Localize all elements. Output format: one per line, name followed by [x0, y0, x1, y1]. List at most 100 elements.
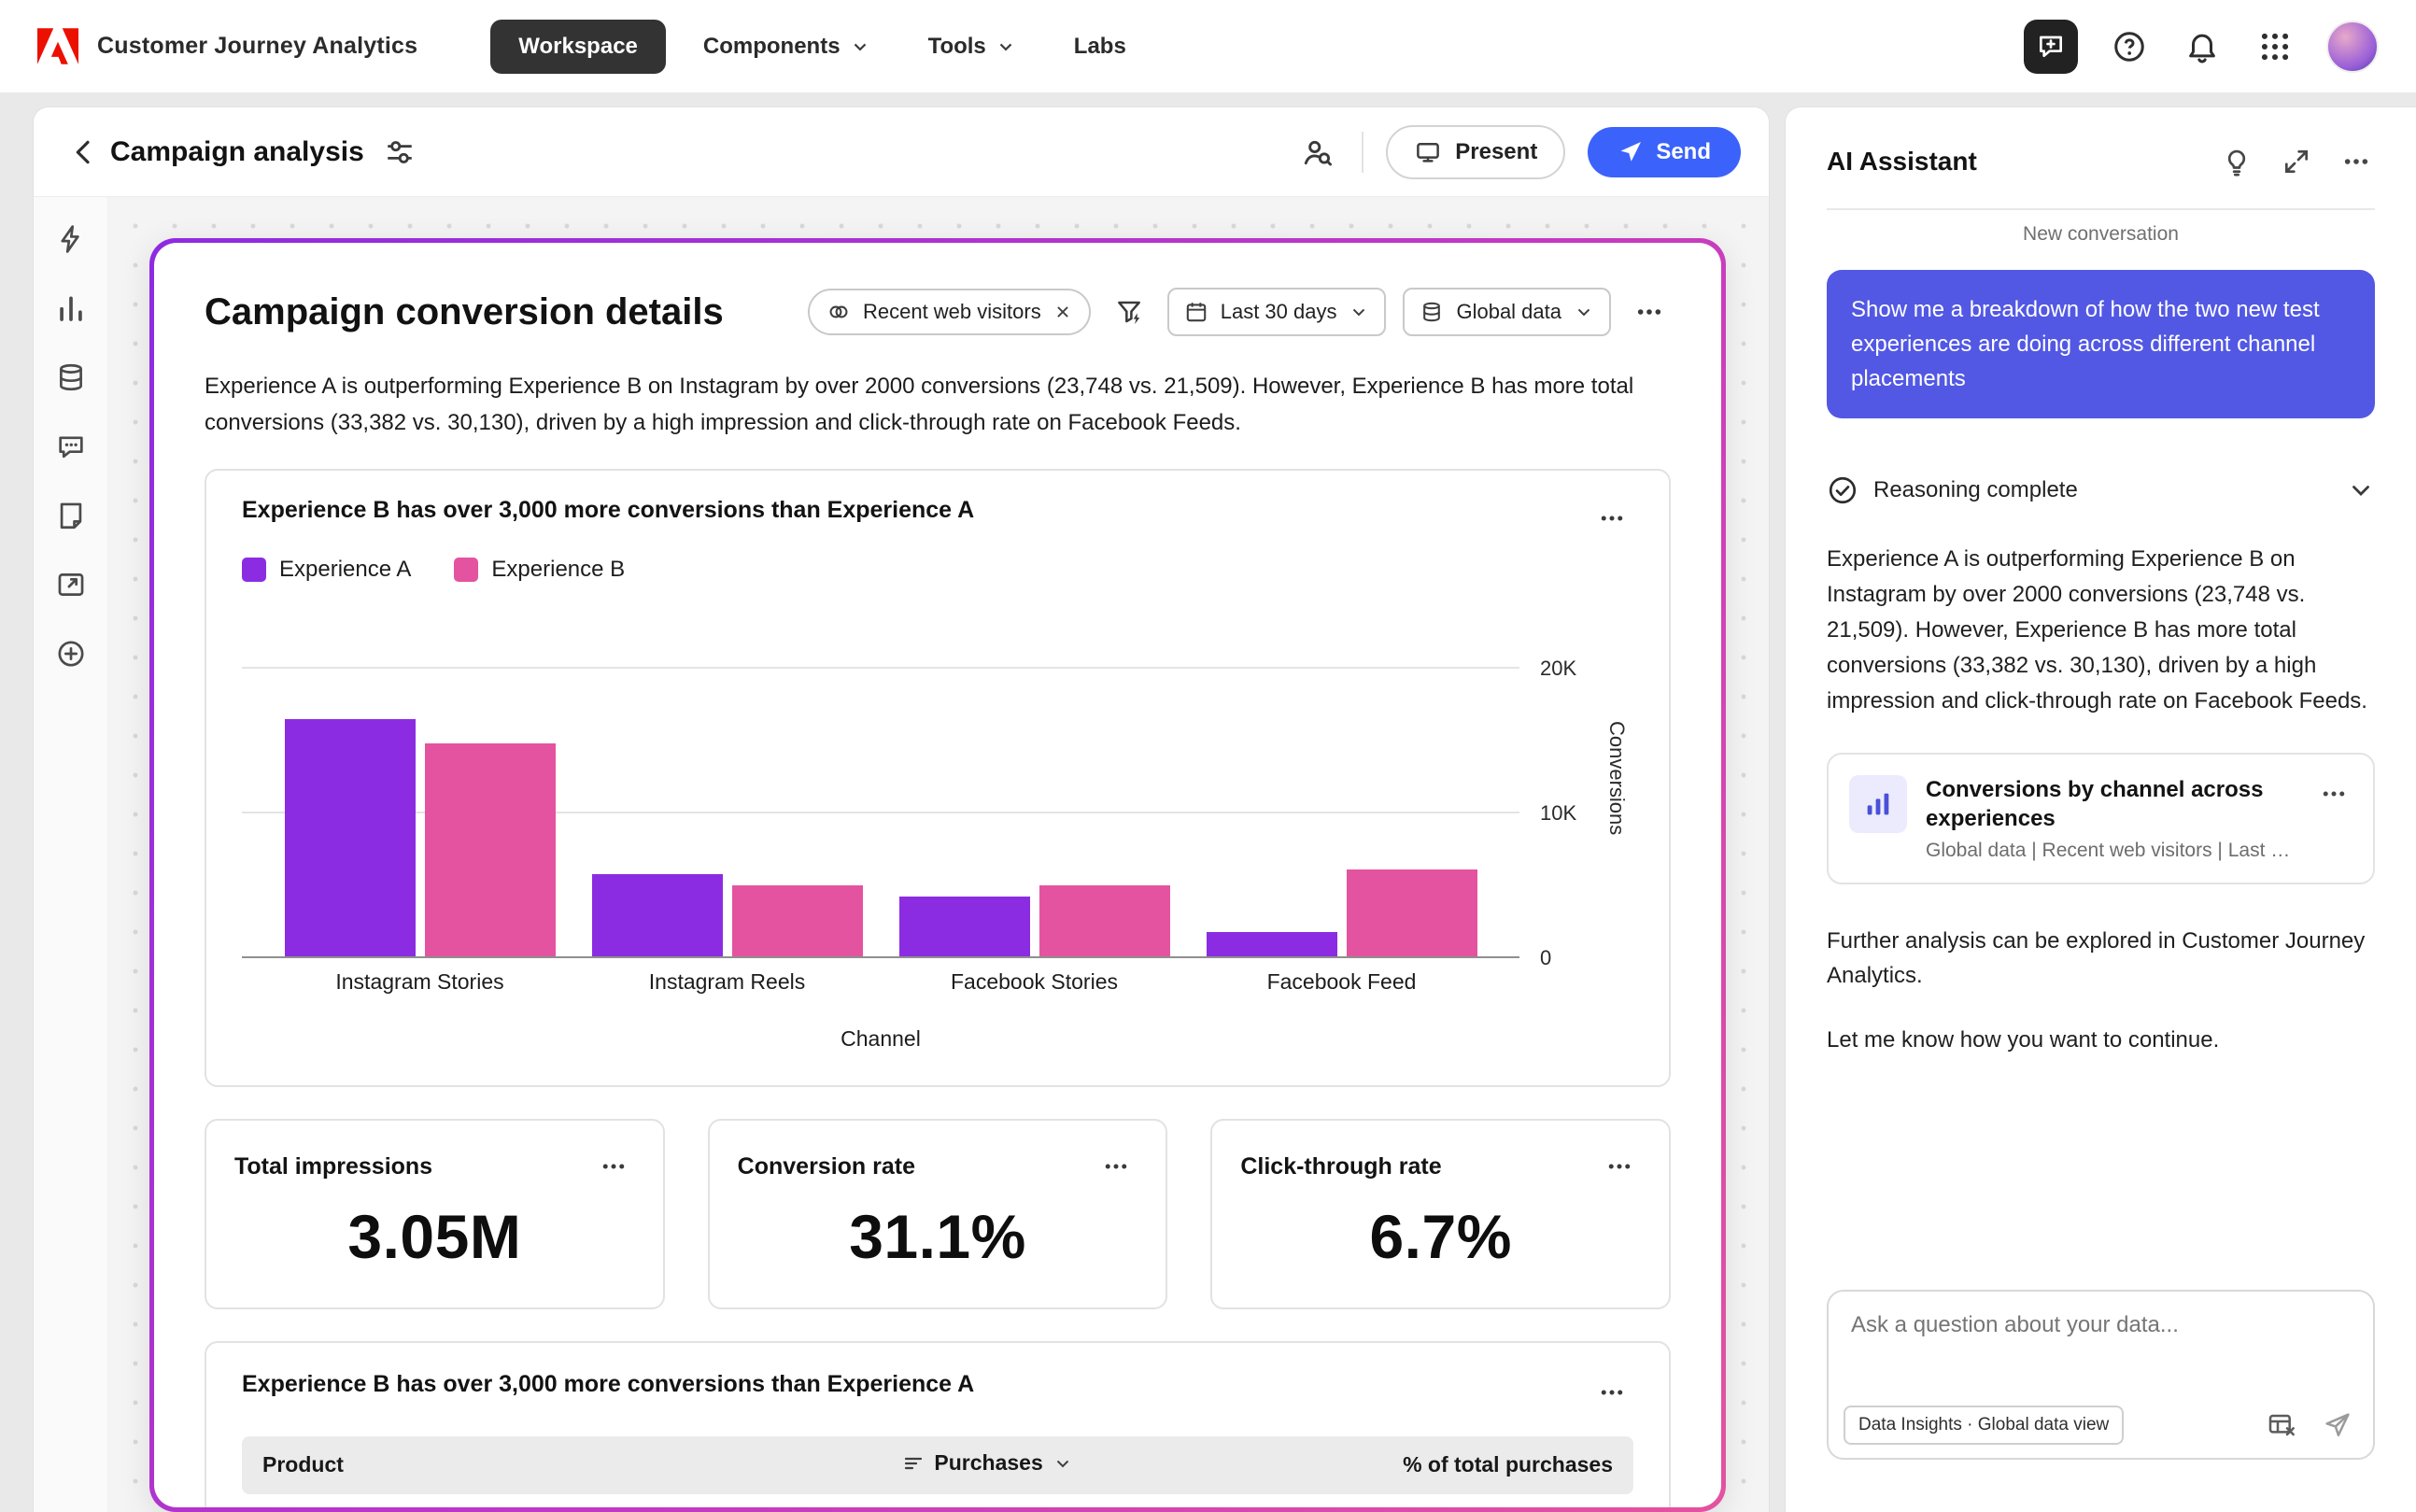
expand-icon[interactable]	[2278, 143, 2315, 180]
resource-card-title: Conversions by channel across experience…	[1926, 775, 2296, 833]
assistant-followup-2: Let me know how you want to continue.	[1827, 1023, 2375, 1057]
ai-more-icon[interactable]	[2338, 143, 2375, 180]
data-view-icon[interactable]	[2263, 1406, 2300, 1444]
legend-swatch-a	[242, 558, 266, 582]
table-row[interactable]: Foldable chair 4,854 46.5%	[242, 1494, 1633, 1508]
top-navigation: Customer Journey Analytics Workspace Com…	[0, 0, 2416, 92]
nav-item-labs[interactable]: Labs	[1053, 20, 1147, 74]
user-search-icon[interactable]	[1294, 130, 1339, 175]
cell-purchases: 4,854	[882, 1494, 1188, 1508]
metric-label: Click-through rate	[1240, 1153, 1441, 1180]
send-icon	[1618, 139, 1644, 165]
send-message-icon[interactable]	[2319, 1406, 2356, 1444]
experiences-icon[interactable]	[49, 563, 92, 606]
adobe-logo-icon	[37, 28, 78, 64]
comments-icon[interactable]	[49, 425, 92, 468]
help-button[interactable]	[2108, 25, 2151, 68]
cell-product: Foldable chair	[242, 1494, 882, 1508]
apps-grid-icon[interactable]	[2254, 25, 2296, 68]
lightbulb-icon[interactable]	[2218, 143, 2255, 180]
reasoning-status-row[interactable]: Reasoning complete	[1827, 474, 2375, 506]
ai-input-footer: Data Insights · Global data view	[1844, 1406, 2356, 1445]
nav-item-tools[interactable]: Tools	[908, 20, 1037, 74]
nav-item-workspace[interactable]: Workspace	[490, 20, 666, 74]
y-tick-label: 0	[1540, 946, 1551, 970]
panel-more-icon[interactable]	[1628, 290, 1671, 333]
chevron-down-icon	[996, 36, 1016, 57]
chart-more-icon[interactable]	[1590, 497, 1633, 540]
bar-experience-b[interactable]	[425, 743, 556, 956]
y-axis-title: Conversions	[1604, 721, 1629, 835]
toolbar-divider	[1362, 132, 1363, 173]
ai-assistant-panel: AI Assistant New conversation Show me a …	[1786, 107, 2416, 1512]
notes-icon[interactable]	[49, 494, 92, 537]
panel-title: Campaign conversion details	[205, 291, 724, 333]
metric-more-icon[interactable]	[1598, 1145, 1641, 1188]
metric-more-icon[interactable]	[592, 1145, 635, 1188]
metric-value: 31.1%	[738, 1201, 1138, 1272]
conversation-divider	[1827, 208, 2375, 210]
user-message-bubble: Show me a breakdown of how the two new t…	[1827, 270, 2375, 418]
ai-assistant-toggle-button[interactable]	[2024, 20, 2078, 74]
column-header-percent[interactable]: % of total purchases	[1188, 1436, 1633, 1494]
metric-label: Conversion rate	[738, 1153, 915, 1180]
check-circle-icon	[1827, 474, 1858, 506]
x-tick-label: Instagram Stories	[266, 969, 573, 995]
bar-experience-b[interactable]	[1039, 885, 1170, 956]
bar-group	[266, 719, 573, 956]
filter-bolt-icon[interactable]	[1108, 290, 1151, 333]
data-icon[interactable]	[49, 356, 92, 399]
reasoning-status-label: Reasoning complete	[1873, 477, 2078, 503]
table-title: Experience B has over 3,000 more convers…	[242, 1371, 974, 1398]
data-view-select[interactable]: Global data	[1403, 288, 1611, 336]
view-settings-icon[interactable]	[377, 130, 422, 175]
bar-chart-icon	[1849, 775, 1907, 833]
segment-icon	[827, 300, 851, 324]
bar-experience-b[interactable]	[732, 885, 863, 956]
bar-experience-a[interactable]	[285, 719, 416, 956]
top-actions	[2024, 20, 2379, 74]
column-header-product[interactable]: Product	[242, 1436, 882, 1494]
x-tick-label: Instagram Reels	[573, 969, 881, 995]
back-button[interactable]	[62, 130, 106, 175]
resource-more-icon[interactable]	[2315, 775, 2352, 813]
date-range-select[interactable]: Last 30 days	[1167, 288, 1387, 336]
context-chip[interactable]: Data Insights · Global data view	[1844, 1406, 2124, 1445]
add-panel-icon[interactable]	[49, 632, 92, 675]
nav-item-components[interactable]: Components	[683, 20, 891, 74]
segment-chip[interactable]: Recent web visitors	[808, 289, 1091, 335]
present-icon	[1414, 138, 1442, 166]
bar-experience-b[interactable]	[1347, 869, 1477, 956]
legend-item-experience-a[interactable]: Experience A	[242, 557, 411, 583]
app-title: Customer Journey Analytics	[97, 33, 417, 60]
chevron-down-icon	[1349, 302, 1369, 322]
calendar-icon	[1184, 300, 1208, 324]
bar-experience-a[interactable]	[592, 874, 723, 956]
quick-insights-bolt-icon[interactable]	[49, 218, 92, 261]
conversions-chart-card: Experience B has over 3,000 more convers…	[205, 469, 1671, 1087]
x-axis-title: Channel	[242, 1026, 1519, 1052]
metric-more-icon[interactable]	[1095, 1145, 1137, 1188]
legend-item-experience-b[interactable]: Experience B	[454, 557, 625, 583]
resource-card-conversions[interactable]: Conversions by channel across experience…	[1827, 753, 2375, 884]
gridline	[242, 956, 1519, 958]
bar-group	[881, 885, 1188, 956]
chart-legend: Experience A Experience B	[242, 557, 1633, 583]
plot-area	[242, 598, 1519, 956]
chevron-down-icon[interactable]	[2347, 476, 2375, 504]
send-button[interactable]: Send	[1588, 127, 1741, 177]
notifications-button[interactable]	[2181, 25, 2224, 68]
ai-question-input[interactable]	[1851, 1312, 2351, 1338]
table-more-icon[interactable]	[1590, 1371, 1633, 1414]
bar-experience-a[interactable]	[899, 897, 1030, 956]
x-axis-labels: Instagram StoriesInstagram ReelsFacebook…	[242, 969, 1519, 995]
user-avatar[interactable]	[2326, 21, 2379, 73]
visualizations-icon[interactable]	[49, 287, 92, 330]
column-header-purchases[interactable]: Purchases	[882, 1436, 1188, 1494]
present-button[interactable]: Present	[1386, 125, 1565, 179]
legend-swatch-b	[454, 558, 478, 582]
remove-chip-icon[interactable]	[1053, 303, 1072, 321]
ai-question-input-box[interactable]: Data Insights · Global data view	[1827, 1290, 2375, 1460]
workspace-body: Campaign conversion details Recent web v…	[34, 197, 1769, 1512]
bar-experience-a[interactable]	[1207, 932, 1337, 956]
